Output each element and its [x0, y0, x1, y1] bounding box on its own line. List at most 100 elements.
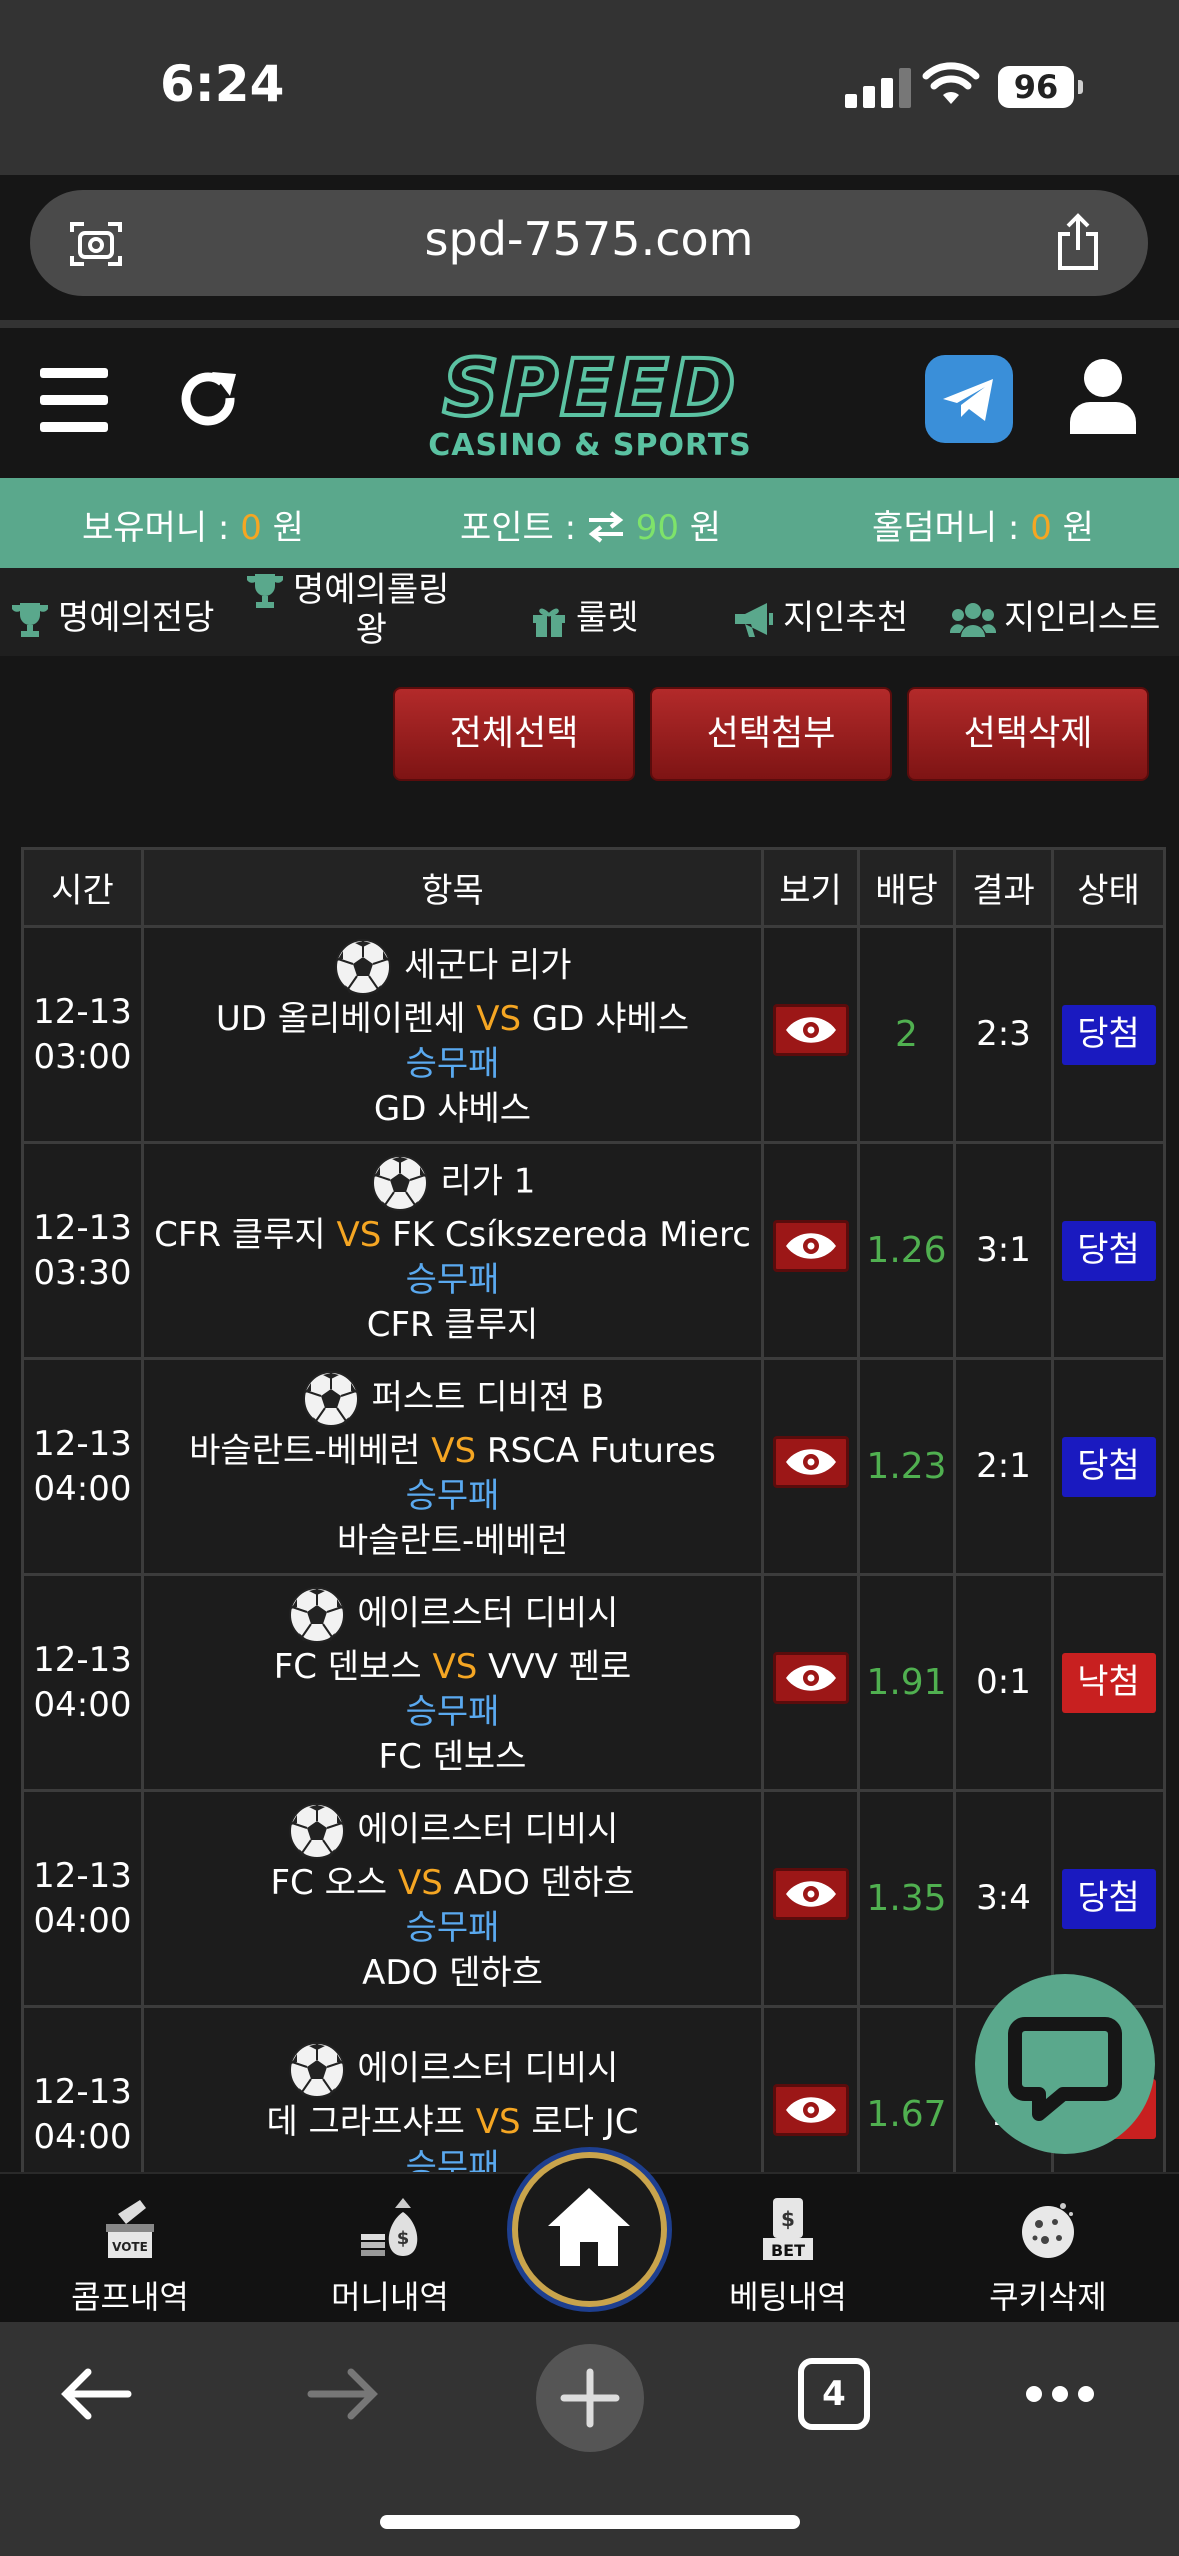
match-line: CFR 클루지 VS FK Csíkszereda Mierc: [146, 1213, 760, 1258]
feature-menu: 명예의전당 명예의롤링 왕 룰렛 지인추천 지인리스트: [0, 568, 1179, 656]
menu-referral-list[interactable]: 지인리스트: [949, 590, 1161, 639]
status-badge: 당첨: [1061, 1436, 1156, 1497]
away-team: ADO 덴하흐: [453, 1863, 635, 1903]
svg-text:VOTE: VOTE: [112, 2240, 148, 2254]
status-time: 6:24: [160, 55, 285, 113]
money-value: 0: [240, 508, 262, 548]
back-arrow-icon[interactable]: [58, 2364, 134, 2424]
view-details-button[interactable]: [772, 1436, 849, 1488]
bet-time: 03:00: [33, 1036, 132, 1077]
view-details-button[interactable]: [772, 1004, 849, 1056]
forward-arrow-icon[interactable]: [305, 2364, 381, 2424]
view-details-button[interactable]: [772, 1652, 849, 1704]
share-icon[interactable]: [1052, 212, 1104, 272]
status-cell: 당첨: [1051, 925, 1166, 1144]
home-team: FC 덴보스: [273, 1647, 422, 1687]
bet-date: 12-13: [33, 1207, 132, 1248]
odds-cell: 1.23: [857, 1357, 956, 1576]
wallet-bar: 보유머니 : 0 원 포인트 : 90 원 홀덤머니 : 0 원: [0, 478, 1179, 568]
menu-icon[interactable]: [40, 368, 108, 432]
chat-icon: [1008, 2017, 1122, 2121]
home-button[interactable]: [512, 2152, 667, 2307]
exchange-icon[interactable]: [587, 511, 625, 543]
league-line: 에이르스터 디비시: [146, 1585, 760, 1645]
logo-main: SPEED: [441, 344, 738, 434]
refresh-icon[interactable]: [178, 368, 242, 432]
view-details-button[interactable]: [772, 1220, 849, 1272]
tabs-button[interactable]: 4: [798, 2358, 870, 2430]
bet-time-cell: 12-13 03:00: [21, 925, 144, 1144]
bet-item-cell: 세군다 리가 UD 올리베이렌세 VS GD 샤베스 승무패 GD 샤베스: [141, 925, 764, 1144]
home-icon: [548, 2188, 630, 2266]
bet-time: 04:00: [33, 1468, 132, 1509]
picked-selection: ADO 덴하흐: [362, 1953, 543, 1993]
col-item: 항목: [141, 847, 764, 928]
url-text[interactable]: spd-7575.com: [30, 212, 1148, 266]
eye-icon: [785, 2097, 836, 2123]
nav-money-label: 머니내역: [331, 2278, 449, 2316]
league-name: 퍼스트 디비젼 B: [371, 1377, 605, 1418]
away-team: RSCA Futures: [486, 1431, 716, 1471]
telegram-icon[interactable]: [925, 355, 1013, 443]
vs-label: VS: [397, 1863, 443, 1903]
menu-label-line2: 왕: [355, 610, 387, 650]
holdem-unit: 원: [1051, 508, 1094, 548]
market-type: 승무패: [405, 1260, 500, 1300]
money-label: 보유머니 :: [82, 508, 241, 548]
new-tab-button[interactable]: [536, 2344, 644, 2452]
picked-selection: GD 샤베스: [373, 1089, 532, 1129]
bet-item-cell: 퍼스트 디비젼 B 바슬란트-베베런 VS RSCA Futures 승무패 바슬란트…: [141, 1357, 764, 1576]
vs-label: VS: [336, 1215, 382, 1255]
picked-selection: FC 덴보스: [378, 1737, 527, 1777]
svg-text:$: $: [397, 2228, 410, 2249]
delete-selected-button[interactable]: 선택삭제: [907, 687, 1149, 781]
view-cell: [761, 925, 860, 1144]
status-badge: 당첨: [1061, 1868, 1156, 1929]
user-account-icon[interactable]: [1068, 356, 1138, 434]
nav-money-history[interactable]: $ 머니내역: [290, 2194, 490, 2318]
menu-label: 룰렛: [576, 598, 639, 638]
address-bar[interactable]: spd-7575.com: [30, 190, 1148, 296]
site-logo[interactable]: SPEED CASINO & SPORTS: [425, 344, 755, 463]
menu-hall-of-fame[interactable]: 명예의전당: [10, 590, 214, 639]
logo-sub: CASINO & SPORTS: [428, 428, 752, 463]
view-details-button[interactable]: [772, 1868, 849, 1920]
eye-icon: [785, 1233, 836, 1259]
attach-selected-button[interactable]: 선택첨부: [650, 687, 892, 781]
league-name: 에이르스터 디비시: [357, 2048, 619, 2088]
menu-roulette[interactable]: 룰렛: [530, 590, 639, 639]
view-cell: [761, 1141, 860, 1360]
point-value: 90: [635, 508, 679, 548]
soccer-ball-icon: [335, 939, 392, 995]
odds-cell: 1.91: [857, 1573, 956, 1792]
status-cell: 당첨: [1051, 1141, 1166, 1360]
site-header: SPEED CASINO & SPORTS: [0, 328, 1179, 478]
vs-label: VS: [431, 1431, 477, 1471]
league-line: 세군다 리가: [146, 937, 760, 997]
select-all-button[interactable]: 전체선택: [393, 687, 635, 781]
menu-rolling-king[interactable]: 명예의롤링 왕: [245, 570, 449, 650]
bet-time-cell: 12-13 04:00: [21, 1573, 144, 1792]
market-type: 승무패: [405, 1692, 500, 1732]
holdem-value: 0: [1030, 508, 1052, 548]
status-bar: 6:24 96: [0, 0, 1179, 175]
score-cell: 2:1: [953, 1357, 1054, 1576]
league-name: 에이르스터 디비시: [357, 1593, 619, 1634]
away-team: 로다 JC: [531, 2101, 639, 2142]
nav-clear-cookies[interactable]: 쿠키삭제: [948, 2194, 1148, 2318]
vote-box-icon: VOTE: [106, 2200, 154, 2258]
league-line: 에이르스터 디비시: [146, 1801, 760, 1861]
menu-label: 지인리스트: [1004, 598, 1161, 638]
cookie-icon: [1022, 2203, 1074, 2258]
nav-betting-history[interactable]: $ BET 베팅내역: [688, 2194, 888, 2318]
more-icon[interactable]: [1024, 2384, 1096, 2404]
vs-label: VS: [432, 1647, 478, 1687]
picked-selection: 바슬란트-베베런: [336, 1521, 569, 1561]
holdem-label: 홀덤머니 :: [872, 508, 1031, 548]
col-view: 보기: [761, 847, 860, 928]
nav-comp-history[interactable]: VOTE 콤프내역: [30, 2194, 230, 2318]
live-chat-button[interactable]: [975, 1974, 1155, 2154]
away-team: VVV 펜로: [488, 1647, 632, 1687]
view-details-button[interactable]: [772, 2084, 849, 2136]
menu-referral[interactable]: 지인추천: [733, 590, 908, 639]
